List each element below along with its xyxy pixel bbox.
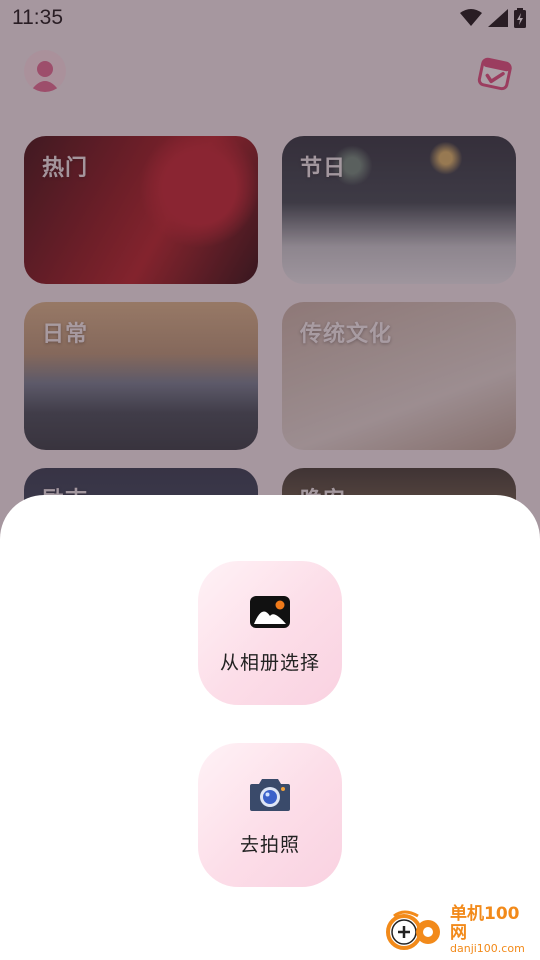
watermark-text: 单机100网 danji100.com — [450, 905, 534, 954]
option-label: 去拍照 — [239, 833, 300, 856]
photo-source-sheet: 从相册选择 去拍照 单机100网 danji100.com — [0, 495, 540, 960]
watermark-brand: 单机100网 — [450, 904, 520, 943]
watermark-url: danji100.com — [450, 941, 525, 955]
take-photo-button[interactable]: 去拍照 — [198, 743, 342, 887]
option-label: 从相册选择 — [219, 651, 320, 674]
choose-from-album-button[interactable]: 从相册选择 — [198, 561, 342, 705]
gallery-icon — [247, 592, 293, 632]
watermark: 单机100网 danji100.com — [384, 904, 534, 956]
camera-icon — [247, 774, 293, 814]
watermark-logo-icon — [384, 908, 446, 952]
